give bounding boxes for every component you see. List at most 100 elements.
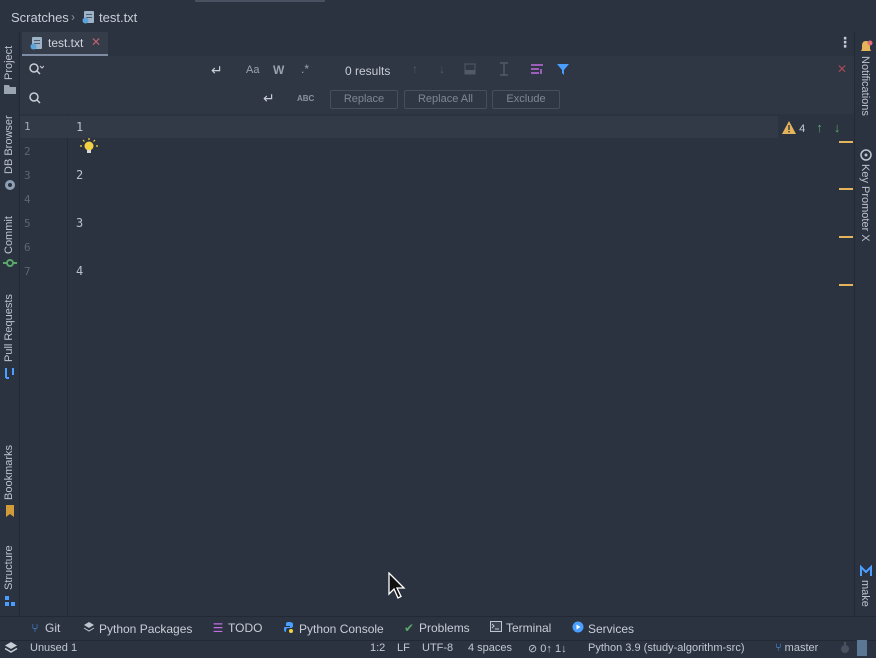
terminal-label: Terminal <box>506 621 552 635</box>
status-interpreter[interactable]: Python 3.9 (study-algorithm-src) <box>588 642 745 654</box>
make-label: make <box>859 580 871 607</box>
arrow-up-icon[interactable]: ↑ <box>412 62 418 76</box>
replace-all-button[interactable]: Replace All <box>404 90 487 109</box>
tool-tab-make[interactable]: make <box>855 562 876 612</box>
editor-area[interactable] <box>69 114 854 616</box>
tool-tab-git[interactable]: ⑂ Git <box>28 621 60 635</box>
no-entry-icon: ⊘ <box>528 643 538 655</box>
line-number: 1 <box>24 120 31 133</box>
warning-icon <box>782 121 796 137</box>
breadcrumb-scratches[interactable]: Scratches <box>11 10 69 25</box>
warning-marker[interactable] <box>839 284 853 286</box>
layers-status-icon[interactable] <box>4 641 18 658</box>
editor-tab-label[interactable]: test.txt <box>48 36 83 50</box>
new-line-icon[interactable]: ↵ <box>211 62 223 79</box>
tool-tab-python-packages[interactable]: Python Packages <box>82 621 192 636</box>
line-number: 4 <box>24 193 31 206</box>
arrow-up-icon[interactable]: ↑ <box>816 120 823 135</box>
tool-tab-pull-requests[interactable]: Pull Requests <box>0 290 20 382</box>
in-selection-icon[interactable] <box>530 63 544 78</box>
status-line-separator[interactable]: LF <box>397 642 410 654</box>
memory-indicator[interactable] <box>857 640 867 656</box>
tool-tab-terminal[interactable]: Terminal <box>489 621 551 635</box>
warning-count: 4 <box>799 123 806 135</box>
code-line-3[interactable]: 2 <box>76 168 83 182</box>
multiline-icon[interactable] <box>498 62 510 79</box>
right-tool-window-bar: Notifications Key Promoter X make <box>854 32 876 616</box>
filter-icon[interactable] <box>557 63 569 78</box>
tool-tab-bookmarks[interactable]: Bookmarks <box>0 442 20 522</box>
editor-gutter <box>20 114 68 616</box>
bookmarks-label: Bookmarks <box>3 444 15 500</box>
top-scroll-indicator <box>195 0 325 2</box>
match-case-toggle[interactable]: Aa <box>246 64 259 76</box>
status-indent[interactable]: 4 spaces <box>468 642 512 654</box>
tool-tab-commit[interactable]: Commit <box>0 210 20 272</box>
warning-marker[interactable] <box>839 236 853 238</box>
line-number: 7 <box>24 265 31 278</box>
lightbulb-icon[interactable] <box>80 138 98 159</box>
commit-label: Commit <box>3 216 15 254</box>
warning-marker[interactable] <box>839 188 853 190</box>
preserve-case-toggle[interactable]: ABC <box>297 94 314 103</box>
status-encoding[interactable]: UTF-8 <box>422 642 453 654</box>
line-number: 6 <box>24 241 31 254</box>
replace-new-line-icon[interactable]: ↵ <box>263 90 275 107</box>
tool-tab-db-browser[interactable]: DB Browser <box>0 112 20 192</box>
key-promoter-icon <box>859 148 873 165</box>
key-promoter-label: Key Promoter X <box>859 164 871 242</box>
find-replace-panel: ↵ Aa W .* 0 results ↑ ↓ ✕ ↵ ABC Replace … <box>20 56 854 114</box>
tab-close-icon[interactable]: ✕ <box>91 35 101 49</box>
select-all-occurrences-icon[interactable] <box>464 63 476 78</box>
python-icon <box>282 621 296 636</box>
replace-button[interactable]: Replace <box>330 90 398 109</box>
mouse-cursor-icon <box>388 571 406 603</box>
line-number: 5 <box>24 217 31 230</box>
code-line-7[interactable]: 4 <box>76 264 83 278</box>
tool-tab-structure[interactable]: Structure <box>0 538 20 608</box>
python-packages-label: Python Packages <box>99 622 193 636</box>
bookmark-icon <box>3 504 17 518</box>
tool-tab-python-console[interactable]: Python Console <box>282 621 384 636</box>
text-file-icon <box>30 36 44 53</box>
background-tasks-icon[interactable] <box>838 642 852 657</box>
search-icon[interactable] <box>28 62 45 79</box>
left-tool-window-bar: Project DB Browser Commit Pull Requests … <box>0 32 20 616</box>
close-icon[interactable]: ✕ <box>837 62 847 76</box>
make-icon <box>859 564 873 581</box>
arrow-down-icon[interactable]: ↓ <box>439 62 445 76</box>
services-label: Services <box>588 622 635 636</box>
notifications-label: Notifications <box>859 56 871 116</box>
status-unused[interactable]: Unused 1 <box>30 642 77 654</box>
regex-toggle[interactable]: .* <box>301 62 309 76</box>
vcs-arrows-label: 0↑ 1↓ <box>540 643 567 655</box>
todo-label: TODO <box>228 621 263 635</box>
arrow-down-icon[interactable]: ↓ <box>834 120 841 135</box>
tool-tab-notifications[interactable]: Notifications <box>855 38 876 128</box>
status-branch[interactable]: ⑂ master <box>775 642 818 654</box>
python-console-label: Python Console <box>299 622 384 636</box>
line-number: 3 <box>24 169 31 182</box>
tool-tab-problems[interactable]: ✔ Problems <box>402 621 470 635</box>
replace-search-icon[interactable] <box>28 91 44 108</box>
tool-tab-project[interactable]: Project <box>0 36 20 98</box>
code-line-1[interactable]: 1 <box>76 120 83 134</box>
warning-marker[interactable] <box>839 141 853 143</box>
status-vcs-sync[interactable]: ⊘ 0↑ 1↓ <box>528 642 567 655</box>
pull-request-icon <box>3 366 17 380</box>
tool-tab-services[interactable]: Services <box>571 621 634 636</box>
more-options-icon[interactable]: ⋮ <box>838 35 852 49</box>
tool-tab-todo[interactable]: ☰ TODO <box>211 621 263 635</box>
list-icon: ☰ <box>212 621 224 635</box>
pull-requests-label: Pull Requests <box>3 294 15 362</box>
code-line-5[interactable]: 3 <box>76 216 83 230</box>
status-caret-position[interactable]: 1:2 <box>370 642 385 654</box>
tool-tab-key-promoter[interactable]: Key Promoter X <box>855 146 876 250</box>
commit-icon <box>3 256 17 270</box>
inspection-widget[interactable]: 4 ↑ ↓ <box>782 120 840 137</box>
words-toggle[interactable]: W <box>273 63 284 77</box>
breadcrumb-file[interactable]: test.txt <box>99 10 137 25</box>
breadcrumb-separator: › <box>71 10 75 24</box>
exclude-button[interactable]: Exclude <box>492 90 560 109</box>
branch-icon: ⑂ <box>31 621 39 635</box>
